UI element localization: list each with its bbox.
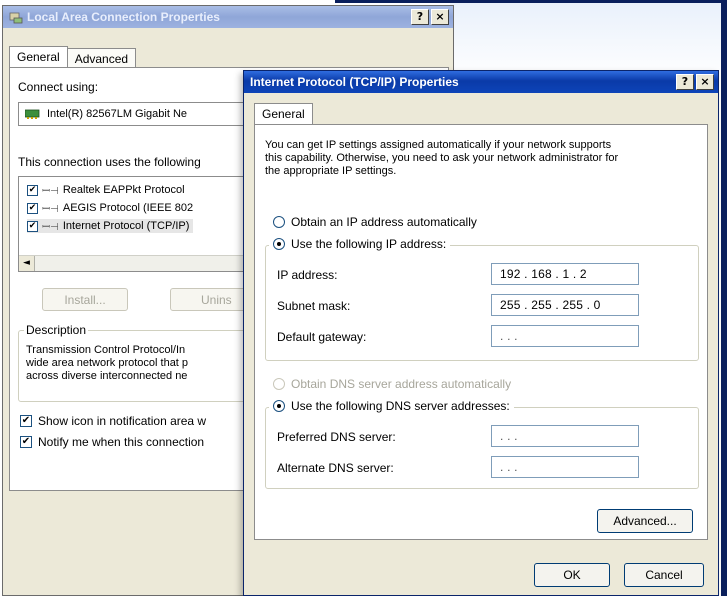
default-gateway-input[interactable]: . . . — [491, 325, 639, 347]
protocol-label: Realtek EAPPkt Protocol — [62, 184, 185, 196]
cancel-button[interactable]: Cancel — [624, 563, 704, 587]
notify-checkbox[interactable]: ✔ Notify me when this connection — [20, 435, 204, 449]
screen-frame-top — [335, 0, 727, 3]
back-close-button[interactable]: × — [431, 9, 449, 25]
front-window-title: Internet Protocol (TCP/IP) Properties — [250, 75, 459, 89]
scroll-left-arrow[interactable]: ◄ — [19, 256, 35, 271]
back-tab-strip: General Advanced — [9, 46, 137, 69]
ip-address-label: IP address: — [277, 268, 338, 282]
back-help-button[interactable]: ? — [411, 9, 429, 25]
protocol-label: Internet Protocol (TCP/IP) — [62, 220, 190, 232]
protocol-checkbox[interactable]: ✔ — [27, 220, 38, 232]
background-glow — [450, 0, 721, 80]
protocol-list[interactable]: ✔ ꟷ⊣ Realtek EAPPkt Protocol ✔ ꟷ⊣ AEGIS … — [18, 176, 258, 272]
protocol-icon: ꟷ⊣ — [42, 186, 59, 197]
install-button[interactable]: Install... — [42, 288, 128, 311]
alternate-dns-label: Alternate DNS server: — [277, 461, 394, 475]
protocol-icon: ꟷ⊣ — [42, 204, 59, 215]
alternate-dns-input[interactable]: . . . — [491, 456, 639, 478]
front-close-button[interactable]: × — [696, 74, 714, 90]
description-label: Description — [24, 323, 89, 337]
use-following-dns-radio[interactable]: Use the following DNS server addresses: — [269, 399, 514, 413]
protocol-checkbox[interactable]: ✔ — [27, 202, 38, 214]
list-item[interactable]: ✔ ꟷ⊣ Internet Protocol (TCP/IP) — [27, 219, 194, 233]
tab-general[interactable]: General — [9, 46, 68, 67]
description-text: Transmission Control Protocol/In wide ar… — [26, 344, 189, 382]
screen-frame-right — [721, 0, 727, 596]
front-help-button[interactable]: ? — [676, 74, 694, 90]
ip-address-input[interactable]: 192 . 168 . 1 . 2 — [491, 263, 639, 285]
tab-general[interactable]: General — [254, 103, 313, 124]
front-general-panel: You can get IP settings assigned automat… — [254, 124, 708, 540]
tab-advanced[interactable]: Advanced — [66, 48, 137, 69]
front-window-titlebar[interactable]: Internet Protocol (TCP/IP) Properties ? … — [244, 71, 718, 93]
protocol-label: AEGIS Protocol (IEEE 802 — [62, 202, 194, 214]
network-adapter-icon — [25, 109, 40, 119]
show-icon-checkbox[interactable]: ✔ Show icon in notification area w — [20, 414, 206, 428]
back-window-title: Local Area Connection Properties — [27, 10, 220, 24]
horizontal-scrollbar[interactable]: ◄ — [19, 255, 257, 271]
subnet-mask-label: Subnet mask: — [277, 299, 351, 313]
back-window-titlebar[interactable]: Local Area Connection Properties ? × — [3, 6, 453, 28]
protocol-icon: ꟷ⊣ — [42, 222, 59, 233]
use-following-ip-radio[interactable]: Use the following IP address: — [269, 237, 451, 251]
connection-items-label: This connection uses the following — [18, 155, 201, 169]
ok-button[interactable]: OK — [534, 563, 610, 587]
list-item[interactable]: ✔ ꟷ⊣ AEGIS Protocol (IEEE 802 — [27, 201, 193, 215]
preferred-dns-input[interactable]: . . . — [491, 425, 639, 447]
front-tab-strip: General — [254, 103, 313, 124]
intro-text: You can get IP settings assigned automat… — [265, 139, 619, 177]
tcpip-properties-window: Internet Protocol (TCP/IP) Properties ? … — [243, 70, 719, 596]
protocol-checkbox[interactable]: ✔ — [27, 184, 38, 196]
network-connection-icon — [9, 12, 23, 24]
list-item[interactable]: ✔ ꟷ⊣ Realtek EAPPkt Protocol — [27, 183, 185, 197]
obtain-ip-auto-radio[interactable]: Obtain an IP address automatically — [273, 215, 477, 229]
subnet-mask-input[interactable]: 255 . 255 . 255 . 0 — [491, 294, 639, 316]
default-gateway-label: Default gateway: — [277, 330, 367, 344]
obtain-dns-auto-radio[interactable]: Obtain DNS server address automatically — [273, 377, 511, 391]
advanced-button[interactable]: Advanced... — [597, 509, 693, 533]
adapter-box[interactable]: Intel(R) 82567LM Gigabit Ne — [18, 102, 258, 126]
adapter-name: Intel(R) 82567LM Gigabit Ne — [47, 108, 188, 120]
connect-using-label: Connect using: — [18, 80, 99, 94]
preferred-dns-label: Preferred DNS server: — [277, 430, 396, 444]
